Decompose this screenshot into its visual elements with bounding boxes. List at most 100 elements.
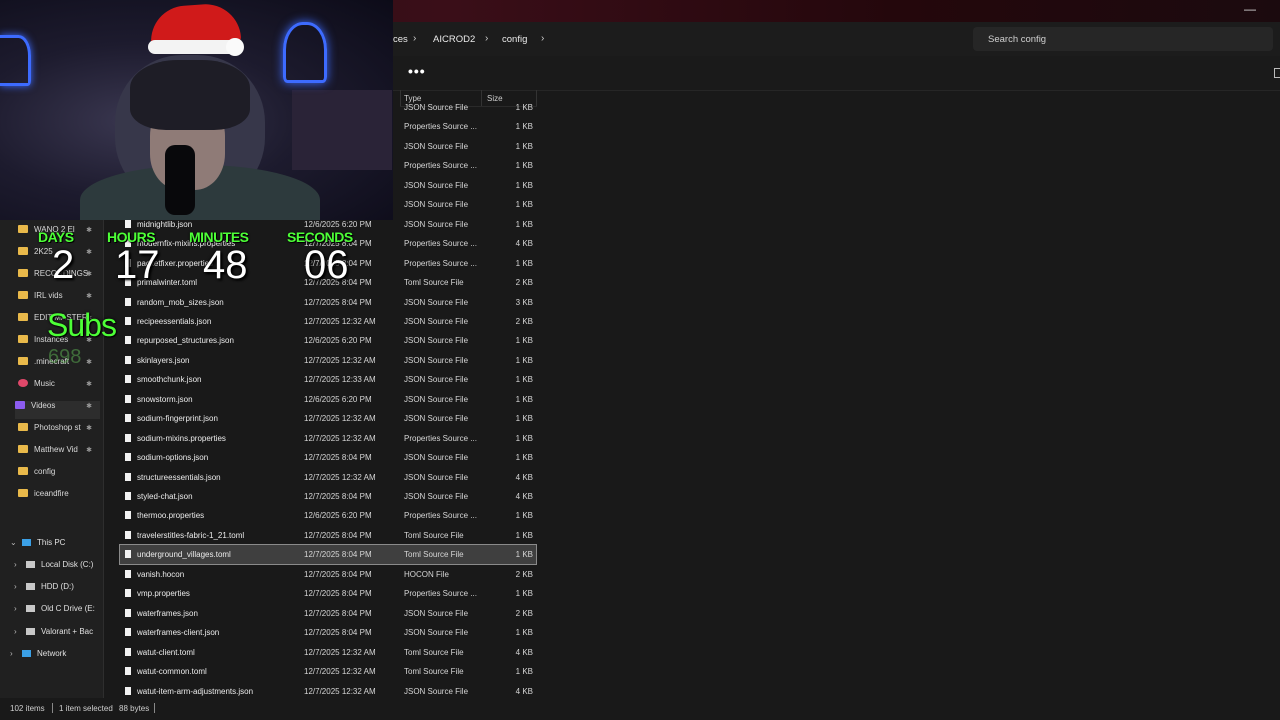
pin-icon[interactable]: ✱	[86, 270, 92, 278]
breadcrumb-item[interactable]: config	[502, 34, 527, 45]
file-row[interactable]: travelerstitles-fabric-1_21.toml 12/7/202…	[120, 526, 536, 545]
tree-item[interactable]: › Network	[10, 649, 66, 658]
file-type: Properties Source ...	[404, 258, 477, 268]
search-placeholder[interactable]: Search config	[988, 34, 1046, 45]
microphone	[165, 145, 195, 215]
file-date: 12/7/2025 12:32 AM	[304, 355, 376, 365]
more-options-icon[interactable]: •••	[408, 63, 426, 79]
file-icon	[125, 414, 131, 423]
file-type: JSON Source File	[404, 297, 469, 307]
tree-item[interactable]: › HDD (D:)	[10, 582, 74, 591]
command-bar: •••	[393, 56, 1280, 91]
file-name: midnightlib.json	[137, 219, 193, 229]
file-type: JSON Source File	[404, 686, 469, 696]
chevron-right-icon[interactable]: ›	[10, 649, 22, 658]
file-row[interactable]: recipeessentials.json 12/7/2025 12:32 AM J…	[120, 312, 536, 331]
tree-item[interactable]: › Valorant + Bac	[10, 627, 93, 636]
tree-item[interactable]: › Old C Drive (E:	[10, 604, 95, 613]
chevron-right-icon[interactable]: ›	[485, 33, 488, 44]
file-icon	[125, 297, 131, 306]
pin-icon[interactable]: ✱	[86, 402, 92, 410]
file-name: repurposed_structures.json	[137, 336, 234, 346]
neon-light	[0, 35, 31, 86]
file-row[interactable]: smoothchunk.json 12/7/2025 12:33 AM JSON S…	[120, 370, 536, 389]
streamer-hair	[130, 60, 250, 130]
file-type: JSON Source File	[404, 608, 469, 618]
file-row[interactable]: styled-chat.json 12/7/2025 8:04 PM JSON So…	[120, 487, 536, 506]
chevron-right-icon[interactable]: ›	[541, 33, 544, 44]
file-size: 1 KB	[515, 161, 533, 171]
pin-icon[interactable]: ✱	[86, 424, 92, 432]
file-icon	[125, 550, 131, 559]
file-icon	[125, 511, 131, 520]
file-row[interactable]: random_mob_sizes.json 12/7/2025 8:04 PM JS…	[120, 293, 536, 312]
file-row[interactable]: skinlayers.json 12/7/2025 12:32 AM JSON So…	[120, 351, 536, 370]
sidebar-item[interactable]: Matthew Vid ✱	[18, 445, 100, 463]
file-date: 12/7/2025 12:32 AM	[304, 647, 376, 657]
sidebar-item[interactable]: config	[18, 467, 100, 485]
file-icon	[125, 608, 131, 617]
file-row[interactable]: underground_villages.toml 12/7/2025 8:04 …	[119, 544, 537, 566]
file-row[interactable]: waterframes-client.json 12/7/2025 8:04 PM…	[120, 623, 536, 642]
file-date: 12/7/2025 12:32 AM	[304, 414, 376, 424]
file-row[interactable]: vanish.hocon 12/7/2025 8:04 PM HOCON File 2…	[120, 565, 536, 584]
sidebar-item[interactable]: Music ✱	[18, 379, 100, 397]
file-date: 12/7/2025 8:04 PM	[304, 589, 372, 599]
file-row[interactable]: sodium-options.json 12/7/2025 8:04 PM JSON…	[120, 448, 536, 467]
folder-icon	[18, 291, 28, 299]
chevron-right-icon[interactable]: ›	[14, 582, 26, 591]
file-size: 1 KB	[515, 103, 533, 112]
sidebar-item[interactable]: Videos ✱	[15, 401, 100, 419]
sidebar-item[interactable]: iceandfire	[18, 489, 100, 507]
countdown-minutes: 48	[203, 243, 248, 287]
breadcrumb-item[interactable]: AICROD2	[433, 34, 475, 45]
file-row[interactable]: repurposed_structures.json 12/6/2025 6:20…	[120, 331, 536, 350]
minimize-button[interactable]: —	[1244, 2, 1256, 16]
file-row[interactable]: structureessentials.json 12/7/2025 12:32 …	[120, 468, 536, 487]
file-type: Properties Source ...	[404, 122, 477, 132]
sidebar-item[interactable]: Photoshop st ✱	[18, 423, 100, 441]
file-date: 12/7/2025 12:32 AM	[304, 686, 376, 696]
file-size: 1 KB	[515, 530, 533, 540]
file-icon	[125, 492, 131, 500]
pin-icon[interactable]: ✱	[86, 446, 92, 454]
file-row[interactable]: vmp.properties 12/7/2025 8:04 PM Propertie…	[120, 584, 536, 603]
tree-item[interactable]: › Local Disk (C:)	[10, 560, 93, 569]
file-icon	[125, 569, 131, 578]
tree-item[interactable]: ⌄ This PC	[10, 538, 65, 547]
file-row[interactable]: waterframes.json 12/7/2025 8:04 PM JSON So…	[120, 604, 536, 623]
chevron-down-icon[interactable]: ⌄	[10, 538, 22, 547]
file-date: 12/7/2025 12:32 AM	[304, 472, 376, 482]
file-name: watut-client.toml	[137, 647, 195, 657]
file-type: JSON Source File	[404, 141, 469, 151]
file-row[interactable]: watut-client.toml 12/7/2025 12:32 AM Toml …	[120, 643, 536, 662]
santa-hat-pompom	[226, 38, 244, 56]
chevron-right-icon[interactable]: ›	[14, 604, 26, 613]
pin-icon[interactable]: ✱	[86, 380, 92, 388]
chevron-right-icon[interactable]: ›	[14, 627, 26, 636]
file-size: 2 KB	[515, 569, 533, 579]
file-row[interactable]: watut-common.toml 12/7/2025 12:32 AM Toml …	[120, 662, 536, 681]
pin-icon[interactable]: ✱	[86, 248, 92, 256]
chevron-right-icon[interactable]: ›	[14, 560, 26, 569]
sidebar-item-label: Videos	[31, 401, 56, 410]
column-divider[interactable]	[536, 90, 537, 106]
file-type: JSON Source File	[404, 492, 469, 501]
search-box[interactable]: Search config	[973, 27, 1273, 51]
address-bar[interactable]: ces › AICROD2 › config › Search config	[393, 22, 1280, 56]
breadcrumb-item[interactable]: ces	[393, 34, 408, 45]
chevron-right-icon[interactable]: ›	[413, 33, 416, 44]
pin-icon[interactable]: ✱	[86, 226, 92, 234]
pin-icon[interactable]: ✱	[86, 292, 92, 300]
file-row[interactable]: sodium-mixins.properties 12/7/2025 12:32 …	[120, 429, 536, 448]
file-row[interactable]: sodium-fingerprint.json 12/7/2025 12:32 A…	[120, 409, 536, 428]
file-icon	[125, 530, 131, 539]
file-row[interactable]: snowstorm.json 12/6/2025 6:20 PM JSON Sour…	[120, 390, 536, 409]
file-icon	[125, 336, 131, 345]
file-type: HOCON File	[404, 569, 449, 579]
drive-icon	[26, 561, 35, 568]
file-row[interactable]: thermoo.properties 12/6/2025 6:20 PM Prope…	[120, 506, 536, 525]
details-pane-icon[interactable]	[1274, 68, 1280, 78]
tree-item-label: Network	[37, 649, 67, 658]
pin-icon[interactable]: ✱	[86, 358, 92, 366]
